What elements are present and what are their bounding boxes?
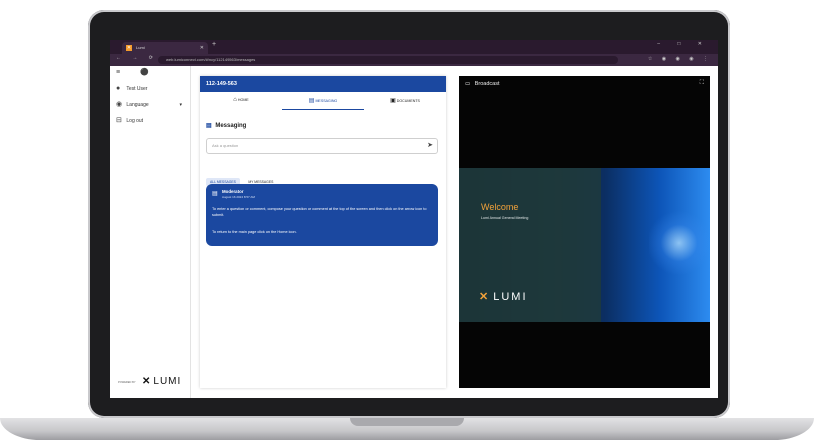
- sidebar-item-user[interactable]: ● Test User: [116, 84, 147, 94]
- fullscreen-icon[interactable]: ⛶: [700, 80, 704, 87]
- tab-title: Lumi: [136, 45, 145, 50]
- sidebar-lumi-logo: ✕ LUMI: [142, 376, 181, 387]
- message-time: August 16 2024 8:57 AM: [222, 195, 255, 199]
- lumi-x-icon: ✕: [479, 291, 491, 303]
- lumi-mark-icon: ⚫: [140, 69, 150, 76]
- section-title: Messaging: [215, 123, 247, 129]
- tab-label: DOCUMENTS: [396, 99, 420, 103]
- lumi-x-icon: ✕: [142, 376, 152, 387]
- lumi-favicon-icon: ✕: [126, 45, 132, 51]
- browser-tab[interactable]: ✕ Lumi ✕: [122, 42, 208, 54]
- logout-icon: ⊟: [116, 117, 122, 124]
- meeting-id: 112-149-563: [200, 76, 446, 92]
- tab-label: MESSAGING: [315, 99, 338, 103]
- extension-icons[interactable]: ☆ ◉ ◉ ◉ ⋮: [648, 56, 712, 62]
- sidebar-item-label: Log out: [126, 118, 144, 124]
- tab-documents[interactable]: ▣ DOCUMENTS: [364, 97, 446, 104]
- new-tab-button[interactable]: +: [212, 41, 216, 48]
- moderator-message: ▤ Moderator August 16 2024 8:57 AM To en…: [206, 184, 438, 246]
- chevron-down-icon: ▾: [179, 102, 182, 108]
- slide-lumi-logo: ✕ LUMI: [479, 290, 528, 303]
- message-icon: ▤: [212, 191, 218, 197]
- powered-by-label: POWERED BY: [118, 381, 136, 384]
- sidebar: ≡ ⚫ ● Test User ◉ Language ▾ ⊟ Log out P…: [110, 66, 191, 398]
- messaging-panel: 112-149-563 ⌂ HOME ▤ MESSAGING ▣ DOCUMEN…: [200, 76, 446, 388]
- sidebar-item-language[interactable]: ◉ Language ▾: [116, 100, 182, 110]
- messaging-heading: ▤ Messaging: [206, 122, 246, 129]
- slide-subtitle: Lumi Annual General Meeting: [481, 216, 529, 220]
- sidebar-item-logout[interactable]: ⊟ Log out: [116, 116, 143, 126]
- powered-by: POWERED BY ✕ LUMI: [116, 376, 188, 390]
- ask-placeholder: Ask a question: [212, 143, 239, 148]
- broadcast-icon: ▭: [465, 81, 471, 87]
- broadcast-panel: ▭ Broadcast ⛶ Welcome Lumi Annual Genera…: [459, 76, 710, 388]
- message-line-2: To return to the main page click on the …: [212, 230, 297, 234]
- laptop-notch: [350, 418, 464, 426]
- ask-question-input[interactable]: Ask a question ➤: [206, 138, 438, 154]
- meeting-tabs: ⌂ HOME ▤ MESSAGING ▣ DOCUMENTS: [200, 93, 446, 111]
- document-icon: ▣: [390, 98, 396, 104]
- tab-label: HOME: [237, 98, 249, 102]
- sidebar-item-label: Test User: [126, 86, 148, 92]
- broadcast-title: Broadcast: [474, 81, 500, 87]
- laptop-screen: ✕ Lumi ✕ + – □ ✕ ← → ⟳ web.lumiconnect.c…: [110, 40, 718, 398]
- url-field[interactable]: web.lumiconnect.com/#/ncy/112149563/mess…: [158, 56, 618, 64]
- user-icon: ●: [116, 85, 121, 92]
- send-arrow-icon[interactable]: ➤: [427, 139, 433, 153]
- menu-icon[interactable]: ≡: [116, 68, 125, 78]
- tab-messaging[interactable]: ▤ MESSAGING: [282, 97, 364, 104]
- tab-home[interactable]: ⌂ HOME: [200, 97, 282, 103]
- slide-welcome: Welcome: [481, 202, 519, 212]
- globe-icon: ◉: [116, 101, 123, 108]
- browser-address-bar: ← → ⟳ web.lumiconnect.com/#/ncy/11214956…: [110, 54, 718, 66]
- active-tab-underline: [282, 109, 364, 110]
- broadcast-video[interactable]: Welcome Lumi Annual General Meeting ✕ LUM…: [459, 168, 710, 322]
- sidebar-item-label: Language: [126, 102, 149, 108]
- tab-close-icon[interactable]: ✕: [200, 42, 204, 54]
- window-controls[interactable]: – □ ✕: [657, 41, 710, 47]
- message-author: Moderator: [222, 189, 244, 194]
- message-line-1: To enter a question or comment, compose …: [212, 207, 427, 217]
- slide-logo-text: LUMI: [493, 291, 528, 303]
- home-icon: ⌂: [233, 97, 237, 103]
- network-glow: [649, 208, 709, 278]
- message-filters: ALL MESSAGES MY MESSAGES: [206, 170, 277, 186]
- broadcast-header: ▭ Broadcast: [465, 81, 500, 87]
- chat-icon: ▤: [206, 123, 212, 129]
- nav-controls[interactable]: ← → ⟳: [116, 55, 158, 61]
- sidebar-top: ≡ ⚫: [116, 68, 149, 78]
- browser-tab-bar: ✕ Lumi ✕ + – □ ✕: [110, 40, 718, 54]
- sidebar-brand: LUMI: [153, 376, 182, 387]
- chat-icon: ▤: [308, 98, 315, 104]
